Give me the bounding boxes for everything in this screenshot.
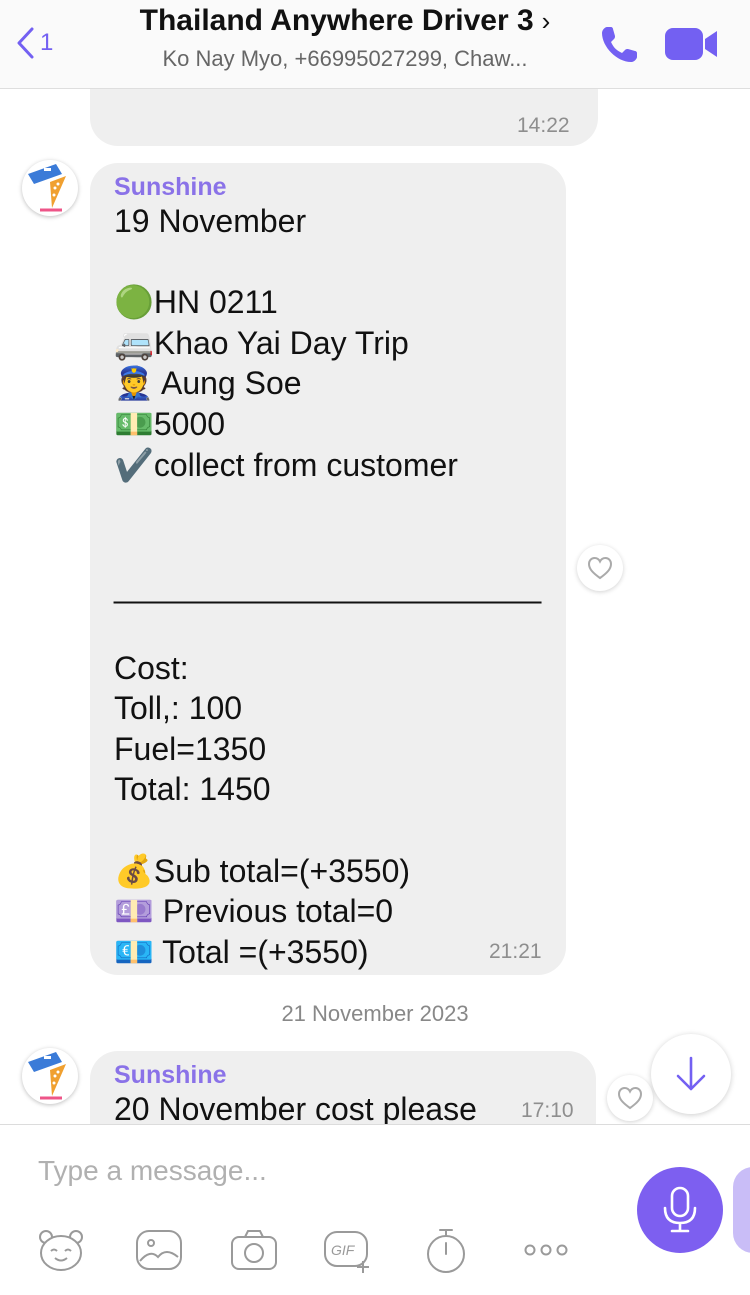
chat-title: Thailand Anywhere Driver 3 › [139,4,551,37]
message-line: Toll,: 100 [114,690,243,727]
avatar[interactable] [22,160,78,216]
video-call-button[interactable] [664,24,720,64]
sticker-button[interactable] [36,1225,86,1275]
avatar[interactable] [22,1048,78,1104]
sticker-bear-icon [39,1230,83,1271]
sender-name: Sunshine [114,173,227,201]
microphone-icon [663,1186,697,1233]
camera-icon [231,1230,277,1270]
gif-button[interactable]: GIF [322,1225,372,1275]
message-line [114,607,541,648]
timer-icon [427,1229,465,1273]
message-time: 17:10 [521,1099,574,1122]
message-line: 💶 Total =(+3550) [114,933,369,970]
sunshine-avatar-icon [28,1052,66,1100]
chevron-left-icon [17,27,34,59]
secondary-action-button[interactable] [733,1167,750,1253]
svg-text:GIF: GIF [331,1242,356,1258]
message-line: ________________________ [114,568,542,605]
chat-header: 1 Thailand Anywhere Driver 3 › Ko Nay Myo… [0,0,750,89]
heart-icon [617,1086,643,1110]
message-line: Fuel=1350 [114,730,267,767]
date-separator: 21 November 2023 [281,1001,469,1026]
message-time: 21:21 [489,940,542,963]
message-line: Total: 1450 [114,771,271,808]
phone-icon [602,27,637,62]
back-button[interactable]: 1 [14,26,53,60]
message-line: ✔️collect from customer [114,446,458,483]
message-bubble[interactable]: THB 14:22 [90,88,598,146]
message-text: THB [115,88,179,101]
voice-message-button[interactable] [637,1167,723,1253]
message-line: 👮 Aung Soe [114,365,302,402]
message-line: 💰Sub total=(+3550) [114,852,411,889]
sunshine-avatar-icon [28,164,66,212]
chat-title-area[interactable]: Thailand Anywhere Driver 3 › Ko Nay Myo, … [110,4,580,72]
scroll-to-bottom-button[interactable] [651,1034,731,1114]
like-button[interactable] [607,1075,653,1121]
message-input[interactable] [38,1151,598,1191]
message-text: 19 November 🟢HN 0211 🚐Khao Yai Day Trip 👮 A… [114,201,541,972]
heart-icon [587,556,613,580]
message-bubble[interactable]: Sunshine 20 November cost please 17:10 [90,1051,596,1124]
video-camera-icon [665,28,717,60]
message-line [114,485,541,526]
chat-subtitle: Ko Nay Myo, +66995027299, Chaw... [162,46,528,71]
message-line [114,810,541,851]
message-line: 🚐Khao Yai Day Trip [114,324,409,361]
arrow-down-icon [676,1056,706,1091]
message-bubble[interactable]: Sunshine 19 November 🟢HN 0211 🚐Khao Yai Da… [90,163,566,975]
message-line: 🟢HN 0211 [114,284,278,321]
more-dots-icon [524,1244,568,1256]
camera-button[interactable] [229,1225,279,1275]
gif-icon: GIF [324,1231,369,1273]
message-line: 💷 Previous total=0 [114,893,394,930]
timer-button[interactable] [421,1225,471,1275]
message-time: 14:22 [517,114,570,137]
call-button[interactable] [598,22,642,66]
like-button[interactable] [577,545,623,591]
unread-count: 1 [40,29,54,56]
message-list[interactable]: THB 14:22 Sunshine 19 November 🟢HN 0211🚐K… [0,88,750,1124]
message-line: Cost: [114,649,189,686]
message-line: 19 November [114,203,307,239]
message-line: 💵5000 [114,405,226,442]
gallery-button[interactable] [134,1225,184,1275]
gallery-icon [136,1230,182,1270]
sender-name: Sunshine [114,1061,227,1089]
message-composer: GIF [0,1124,750,1295]
message-line [114,526,541,567]
more-button[interactable] [521,1225,571,1275]
chevron-right-icon: › [541,6,551,36]
message-text: 20 November cost please [114,1091,477,1124]
message-line [114,242,541,283]
